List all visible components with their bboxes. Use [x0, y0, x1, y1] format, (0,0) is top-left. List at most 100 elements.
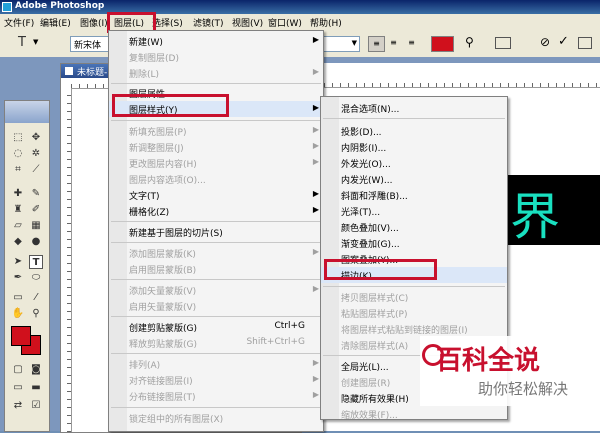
- move-icon[interactable]: ✥: [29, 131, 43, 145]
- shape-icon[interactable]: ⬭: [29, 271, 43, 285]
- warp-text-icon[interactable]: ⚲: [465, 35, 474, 49]
- menu-item-scale-effects: 缩放效果(F)...: [341, 411, 398, 421]
- palettes-icon[interactable]: [495, 37, 511, 49]
- menu-item-enable-mask: 启用图层蒙版(B): [129, 266, 197, 276]
- toolbox: ⬚ ✥ ◌ ✲ ⌗ ⟋ ✚ ✎ ♜ ✐ ▱ ▦ ◆ ● ➤ T ✒ ⬭ ▭ ⁄ …: [4, 100, 50, 432]
- canvas-ruler: [300, 63, 600, 88]
- menu-item-blend-options[interactable]: 混合选项(N)...: [321, 101, 507, 115]
- type-tool-icon[interactable]: T: [18, 35, 26, 50]
- menu-item-content-options: 图层内容选项(O)...: [129, 176, 206, 186]
- align-right-icon[interactable]: ≡: [404, 36, 419, 50]
- menu-item-add-mask: 添加图层蒙版(K) ▶: [129, 247, 319, 260]
- document-icon: [65, 67, 73, 75]
- chevron-down-icon: ▼: [351, 39, 357, 47]
- zoom-icon[interactable]: ⚲: [29, 307, 43, 321]
- menu-separator: [111, 279, 321, 280]
- gradient-icon[interactable]: ▦: [29, 219, 43, 233]
- menu-item-rasterize[interactable]: 栅格化(Z) ▶: [109, 204, 323, 218]
- menu-item-new-fill: 新填充图层(P) ▶: [129, 125, 319, 138]
- canvas-text: 界辉: [510, 188, 560, 245]
- cancel-icon[interactable]: ⊘: [540, 35, 550, 49]
- menu-item-lock: 锁定组中的所有图层(X): [129, 415, 224, 425]
- menu-item-enable-vector-mask: 启用矢量蒙版(V): [129, 303, 197, 313]
- watermark-main: 百科全说: [436, 346, 541, 376]
- menu-item-type[interactable]: 文字(T) ▶: [109, 188, 323, 202]
- menu-separator: [111, 407, 321, 408]
- menu-item-duplicate: 复制图层(D): [129, 54, 179, 64]
- standard-mode-icon[interactable]: ▢: [11, 363, 25, 377]
- quick-mask-icon[interactable]: ◙: [29, 363, 43, 377]
- marquee-icon[interactable]: ⬚: [11, 131, 25, 145]
- brush-icon[interactable]: ✎: [29, 187, 43, 201]
- menu-item-paste-linked: 将图层样式粘贴到链接的图层(I): [341, 326, 468, 336]
- menu-image[interactable]: 图像(I): [80, 16, 108, 29]
- menu-separator: [111, 120, 321, 121]
- menu-separator: [111, 83, 321, 84]
- align-center-icon[interactable]: ≡: [386, 36, 401, 50]
- menu-item-drop-shadow[interactable]: 投影(D)...: [321, 124, 507, 138]
- menu-item-inner-glow[interactable]: 内发光(W)...: [321, 172, 507, 186]
- menu-item-slice[interactable]: 新建基于图层的切片(S): [109, 225, 323, 239]
- font-size-select[interactable]: ▼: [322, 36, 360, 52]
- menu-item-outer-glow[interactable]: 外发光(O)...: [321, 156, 507, 170]
- watermark: 百科全说 助你轻松解决: [420, 336, 600, 406]
- menu-item-inner-shadow[interactable]: 内阴影(I)...: [321, 140, 507, 154]
- highlight-layer-style: [112, 94, 229, 117]
- menu-separator: [111, 316, 321, 317]
- align-left-icon[interactable]: ≡: [368, 36, 385, 52]
- lasso-icon[interactable]: ◌: [11, 147, 25, 161]
- menu-item-add-vector-mask: 添加矢量蒙版(V) ▶: [129, 284, 319, 297]
- app-title: Adobe Photoshop: [15, 1, 105, 11]
- title-bar: Adobe Photoshop: [0, 0, 600, 14]
- menu-filter[interactable]: 滤镜(T): [193, 16, 224, 29]
- watermark-sub: 助你轻松解决: [478, 380, 569, 398]
- layer-menu: 新建(W) ▶ 复制图层(D) 删除(L) ▶ 图层属性 图层样式(Y) ▶ 新填充图…: [108, 30, 324, 432]
- commit-icon[interactable]: ✓: [558, 34, 569, 49]
- magic-wand-icon[interactable]: ✲: [29, 147, 43, 161]
- pen-icon[interactable]: ✒: [11, 271, 25, 285]
- menu-file[interactable]: 文件(F): [4, 16, 34, 29]
- crop-icon[interactable]: ⌗: [11, 163, 25, 177]
- tool-preset-arrow-icon[interactable]: ▼: [33, 38, 38, 46]
- menu-item-release-clip: 释放剪贴蒙版(G) Shift+Ctrl+G: [129, 337, 305, 350]
- brushes-icon[interactable]: [578, 37, 592, 49]
- path-selection-icon[interactable]: ➤: [11, 255, 25, 269]
- checkbox-icon[interactable]: ☑: [29, 399, 43, 413]
- menu-edit[interactable]: 编辑(E): [40, 16, 71, 29]
- highlight-stroke: [324, 259, 437, 280]
- menu-item-color-overlay[interactable]: 颜色叠加(V)...: [321, 220, 507, 234]
- dodge-icon[interactable]: ●: [29, 235, 43, 249]
- menu-item-distribute: 分布链接图层(T) ▶: [129, 390, 319, 403]
- menu-item-satin[interactable]: 光泽(T)...: [321, 204, 507, 218]
- type-tool-icon[interactable]: T: [29, 255, 43, 269]
- menu-view[interactable]: 视图(V): [232, 16, 263, 29]
- menu-item-copy-style: 拷贝图层样式(C): [341, 294, 409, 304]
- menu-window[interactable]: 窗口(W): [268, 16, 302, 29]
- menu-item-create-clip[interactable]: 创建剪贴蒙版(G) Ctrl+G: [109, 320, 323, 334]
- healing-brush-icon[interactable]: ✚: [11, 187, 25, 201]
- menu-item-gradient-overlay[interactable]: 渐变叠加(G)...: [321, 236, 507, 250]
- menu-item-paste-style: 粘贴图层样式(P): [341, 310, 408, 320]
- clone-stamp-icon[interactable]: ♜: [11, 203, 25, 217]
- menu-item-new[interactable]: 新建(W) ▶: [109, 34, 323, 48]
- notes-icon[interactable]: ▭: [11, 291, 25, 305]
- foreground-color-swatch[interactable]: [11, 326, 31, 346]
- menu-separator: [323, 118, 505, 119]
- blur-icon[interactable]: ◆: [11, 235, 25, 249]
- eyedropper-icon[interactable]: ⁄: [29, 291, 43, 305]
- history-brush-icon[interactable]: ✐: [29, 203, 43, 217]
- slice-icon[interactable]: ⟋: [29, 163, 43, 177]
- screen-mode-full-icon[interactable]: ▬: [29, 381, 43, 395]
- hand-icon[interactable]: ✋: [11, 307, 25, 321]
- menu-help[interactable]: 帮助(H): [310, 16, 342, 29]
- menu-item-delete: 删除(L) ▶: [129, 67, 319, 80]
- vertical-ruler: [61, 88, 72, 432]
- screen-mode-standard-icon[interactable]: ▭: [11, 381, 25, 395]
- menu-item-align: 对齐链接图层(I) ▶: [129, 374, 319, 387]
- jump-to-imageready-icon[interactable]: ⇄: [11, 399, 25, 413]
- menu-item-bevel[interactable]: 斜面和浮雕(B)...: [321, 188, 507, 202]
- eraser-icon[interactable]: ▱: [11, 219, 25, 233]
- menu-select[interactable]: 选择(S): [152, 16, 183, 29]
- text-color-swatch[interactable]: [431, 36, 454, 52]
- menu-separator: [323, 286, 505, 287]
